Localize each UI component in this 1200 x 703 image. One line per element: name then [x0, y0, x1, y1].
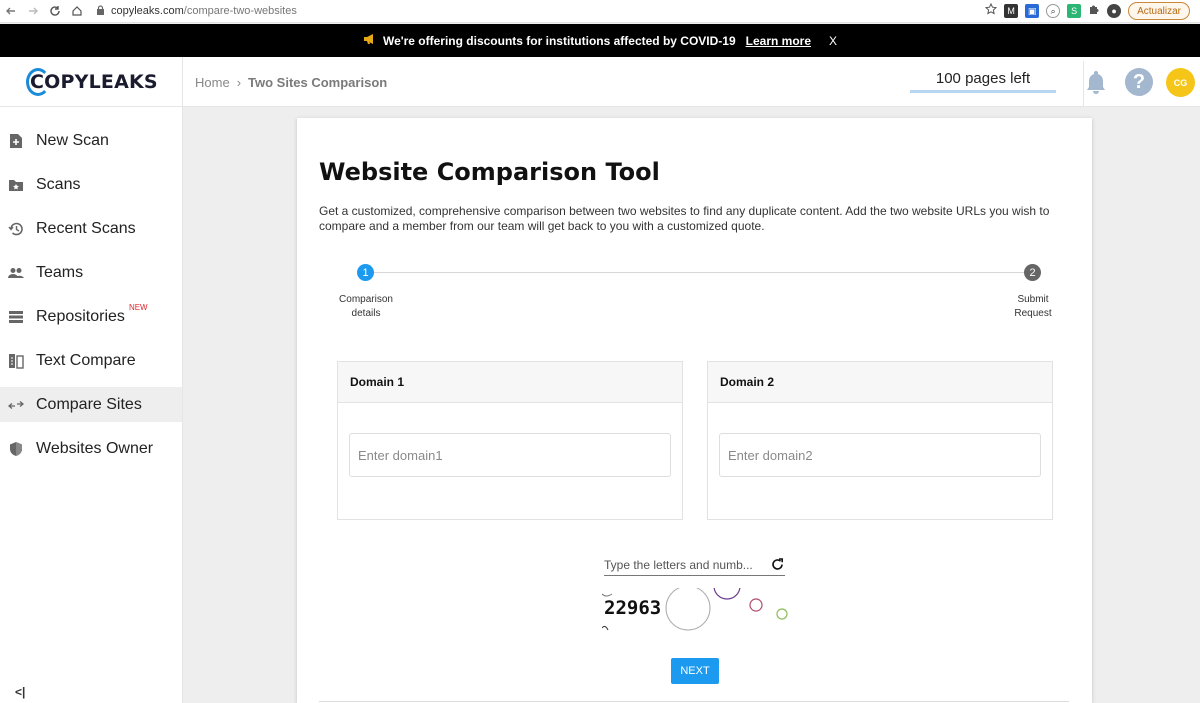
sidebar-item-label: Compare Sites	[36, 395, 142, 413]
logo-c: C	[26, 68, 50, 96]
megaphone-icon	[363, 33, 377, 48]
extension-s-icon[interactable]: S	[1067, 4, 1082, 18]
breadcrumb-separator: ›	[236, 74, 242, 90]
pages-left-counter[interactable]: 100 pages left	[910, 67, 1056, 93]
teams-icon	[8, 265, 24, 281]
sidebar-item-label: Recent Scans	[36, 219, 136, 237]
sidebar-item-new-scan[interactable]: New Scan	[0, 123, 182, 158]
step-1-label-line1: Comparison	[339, 294, 393, 305]
address-bar[interactable]: copyleaks.com/compare-two-websites	[96, 1, 985, 21]
puzzle-extensions-icon[interactable]	[1088, 2, 1100, 20]
domain-1-input[interactable]	[349, 433, 671, 477]
domain-2-input[interactable]	[719, 433, 1041, 477]
comparison-card: Website Comparison Tool Get a customized…	[297, 118, 1092, 703]
sidebar-item-label: Scans	[36, 175, 81, 193]
captcha-input[interactable]	[604, 557, 759, 572]
repositories-icon	[8, 309, 24, 325]
compare-sites-icon	[8, 397, 24, 413]
sidebar-item-teams[interactable]: Teams	[0, 255, 182, 290]
sidebar-item-label: Websites Owner	[36, 439, 154, 457]
browser-toolbar: copyleaks.com/compare-two-websites M ▣ ⌕…	[0, 0, 1200, 23]
step-1-label-line2: details	[351, 308, 381, 319]
stepper-line	[374, 272, 1024, 273]
logo[interactable]: COPYLEAKS	[0, 57, 183, 107]
domain-1-title: Domain 1	[338, 362, 682, 403]
notification-bell-icon[interactable]	[1084, 69, 1108, 95]
help-icon[interactable]: ?	[1125, 68, 1153, 96]
sidebar-item-label: New Scan	[36, 131, 109, 149]
step-1-label: Comparison details	[326, 293, 406, 321]
history-icon	[8, 221, 24, 237]
forward-arrow-icon[interactable]	[22, 0, 44, 22]
sidebar-item-text-compare[interactable]: Text Compare	[0, 343, 182, 378]
breadcrumb: Home › Two Sites Comparison	[195, 57, 387, 107]
page-title: Website Comparison Tool	[319, 158, 660, 186]
sidebar: New Scan Scans Recent Scans Teams Reposi…	[0, 107, 183, 703]
scans-folder-icon	[8, 177, 24, 193]
announcement-close-button[interactable]: X	[829, 34, 837, 48]
sidebar-item-label: Repositories	[36, 307, 125, 325]
domain-2-panel: Domain 2	[707, 361, 1053, 520]
extension-m-icon[interactable]: M	[1004, 4, 1019, 18]
step-2-label-line1: Submit	[1017, 294, 1049, 305]
sidebar-item-label: Teams	[36, 263, 84, 281]
app-header: COPYLEAKS Home › Two Sites Comparison 10…	[0, 57, 1200, 107]
url-path: /compare-two-websites	[183, 5, 297, 17]
sidebar-item-scans[interactable]: Scans	[0, 167, 182, 202]
sidebar-item-websites-owner[interactable]: Websites Owner	[0, 431, 182, 466]
breadcrumb-current: Two Sites Comparison	[248, 74, 388, 90]
captcha-image: 22963	[602, 588, 792, 636]
extension-icons: M ▣ ⌕ S ● Actualizar	[984, 2, 1192, 20]
new-scan-icon	[8, 133, 24, 149]
step-2-label: Submit Request	[993, 293, 1073, 321]
url-text: copyleaks.com/compare-two-websites	[111, 5, 297, 17]
sidebar-item-compare-sites[interactable]: Compare Sites	[0, 387, 182, 422]
back-arrow-icon[interactable]	[0, 0, 22, 22]
sidebar-item-recent-scans[interactable]: Recent Scans	[0, 211, 182, 246]
sidebar-item-repositories[interactable]: Repositories NEW	[0, 299, 182, 334]
captcha-field	[604, 554, 785, 576]
home-icon[interactable]	[66, 0, 88, 22]
logo-rest: OPYLEAKS	[44, 71, 158, 93]
extension-search-icon[interactable]: ⌕	[1046, 4, 1061, 18]
learn-more-link[interactable]: Learn more	[746, 34, 811, 48]
breadcrumb-home[interactable]: Home	[195, 75, 230, 90]
announcement-bar: We're offering discounts for institution…	[0, 24, 1200, 57]
step-1-circle: 1	[357, 264, 374, 281]
sidebar-collapse-button[interactable]: <|	[15, 685, 25, 699]
new-badge: NEW	[128, 303, 148, 312]
bookmark-star-icon[interactable]	[984, 2, 998, 20]
sidebar-item-label: Text Compare	[36, 351, 136, 369]
domain-2-title: Domain 2	[708, 362, 1052, 403]
url-domain: copyleaks.com	[111, 5, 184, 17]
user-avatar[interactable]: CG	[1166, 68, 1195, 97]
reload-icon[interactable]	[44, 0, 66, 22]
domain-1-panel: Domain 1	[337, 361, 683, 520]
lock-icon	[96, 2, 105, 20]
logo-text: COPYLEAKS	[26, 68, 158, 96]
profile-avatar-icon[interactable]: ●	[1107, 4, 1122, 18]
step-2-circle: 2	[1024, 264, 1041, 281]
announcement-text: We're offering discounts for institution…	[382, 33, 736, 48]
next-button[interactable]: NEXT	[671, 658, 719, 684]
page-description: Get a customized, comprehensive comparis…	[319, 204, 1050, 233]
step-2-label-line2: Request	[1014, 308, 1052, 319]
browser-update-button[interactable]: Actualizar	[1128, 2, 1190, 20]
captcha-code: 22963	[604, 597, 662, 619]
card-bottom-divider	[319, 701, 1069, 702]
extension-screen-icon[interactable]: ▣	[1025, 4, 1040, 18]
logo-ring-icon	[26, 68, 50, 96]
shield-icon	[8, 441, 24, 457]
text-compare-icon	[8, 353, 24, 369]
captcha-refresh-icon[interactable]	[769, 557, 785, 573]
